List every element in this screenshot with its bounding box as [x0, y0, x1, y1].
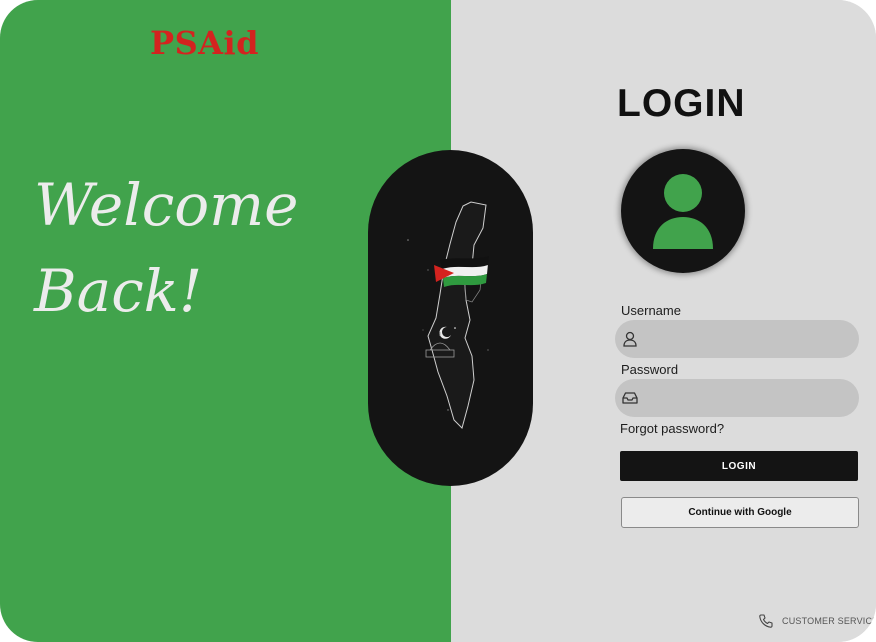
phone-icon [759, 614, 773, 628]
customer-service-link[interactable]: CUSTOMER SERVICE [758, 612, 876, 630]
password-label: Password [621, 362, 679, 377]
password-input[interactable] [645, 379, 849, 419]
page-frame: PSAid Welcome Back! LOGIN Username Passw… [0, 0, 876, 642]
avatar-icon [621, 149, 745, 273]
forgot-password-link[interactable]: Forgot password? [620, 421, 724, 436]
username-field[interactable] [615, 320, 859, 360]
welcome-line-2: Back! [34, 257, 203, 325]
login-title: LOGIN [617, 82, 746, 125]
username-input[interactable] [645, 320, 849, 360]
inbox-icon [622, 392, 638, 404]
login-button[interactable]: LOGIN [620, 451, 858, 481]
welcome-heading: Welcome Back! [34, 162, 298, 334]
map-illustration [368, 150, 533, 486]
google-signin-button[interactable]: Continue with Google [621, 497, 859, 528]
palestine-map [407, 201, 489, 429]
brand-logo: PSAid [150, 24, 260, 62]
user-icon [623, 331, 637, 347]
customer-service-label: CUSTOMER SERVICE [782, 616, 876, 626]
welcome-line-1: Welcome [34, 171, 299, 239]
username-label: Username [621, 303, 681, 318]
password-field[interactable] [615, 379, 859, 419]
